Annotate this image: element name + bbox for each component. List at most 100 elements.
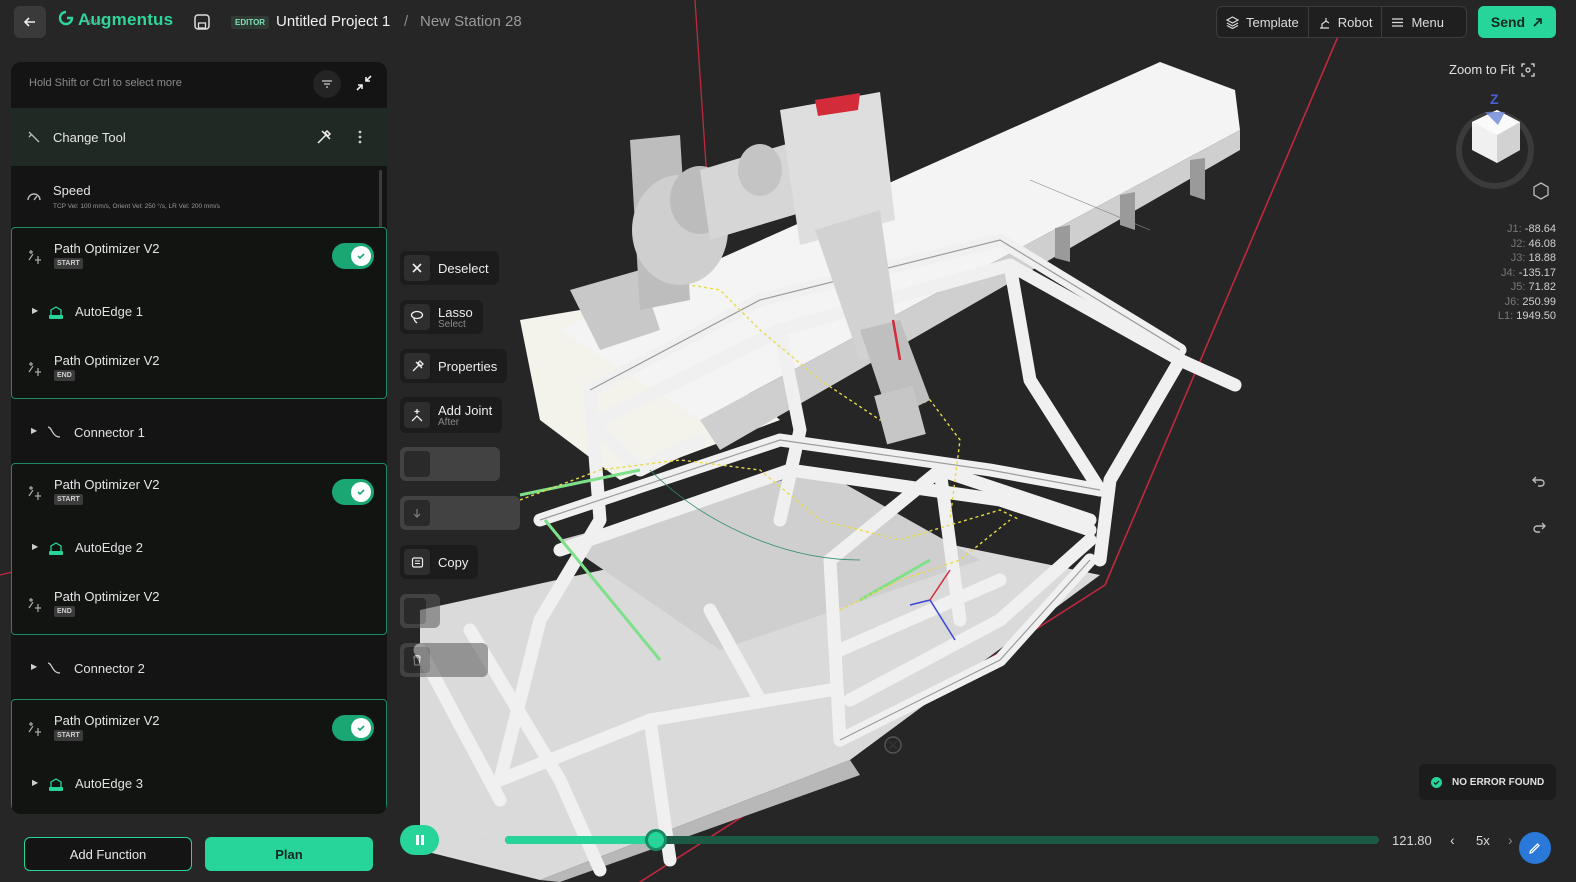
expand-caret-icon[interactable]: ▶ [32,542,38,551]
add-joint-button[interactable]: Add Joint After [400,397,503,433]
more-icon[interactable] [357,129,363,145]
autoedge-row-3[interactable]: ▶ AutoEdge 3 [12,756,387,812]
optimizer-icon [28,598,41,612]
template-button[interactable]: Template [1217,7,1309,37]
back-button[interactable] [14,6,46,38]
optimizer-toggle-2[interactable] [332,479,374,505]
iso-view-button[interactable] [1531,180,1551,202]
disabled-action-button-3[interactable] [400,594,440,628]
autoedge-row-1[interactable]: ▶ AutoEdge 1 [12,284,387,340]
selection-hint: Hold Shift or Ctrl to select more [29,77,182,89]
connector-label: Connector 2 [74,661,145,676]
panel-scrollbar[interactable] [379,170,382,228]
speed-increase-icon[interactable]: › [1508,832,1513,848]
menu-button[interactable]: Menu [1382,7,1453,37]
lasso-button[interactable]: Lasso Select [400,300,483,334]
robot-label: Robot [1337,14,1373,30]
hamburger-icon [1392,17,1404,27]
save-button[interactable] [193,13,211,36]
speed-row[interactable]: Speed TCP Vel: 100 mm/s, Orient Vel: 250… [11,168,387,226]
connector-row-2[interactable]: ▶ Connector 2 [11,638,387,698]
send-label: Send [1490,14,1526,30]
connector-label: Connector 1 [74,425,145,440]
filter-button[interactable] [313,70,341,98]
layers-icon [1226,15,1239,29]
playback-speed: 5x [1476,833,1490,848]
speedometer-icon [27,193,41,201]
add-joint-sublabel: After [438,416,460,428]
send-button[interactable]: Send [1478,6,1556,38]
version-label: v8.1.0 [86,20,103,26]
expand-caret-icon[interactable]: ▶ [31,426,37,435]
plan-button[interactable]: Plan [205,837,373,871]
joint-key: J3: [1510,252,1526,264]
redo-button[interactable] [1531,519,1547,540]
optimizer-badge: START [54,258,83,269]
optimizer-group-2: Path Optimizer V2 START ▶ AutoEdge 2 Pat… [11,463,387,635]
optimizer-start-row-2[interactable]: Path Optimizer V2 START [12,464,387,520]
add-function-button[interactable]: Add Function [24,837,192,871]
optimizer-toggle-1[interactable] [332,243,374,269]
optimizer-title: Path Optimizer V2 [54,713,160,728]
optimizer-badge: START [54,494,83,505]
optimizer-start-row-3[interactable]: Path Optimizer V2 START [12,700,387,756]
autoedge-row-2[interactable]: ▶ AutoEdge 2 [12,520,387,576]
lasso-label: Lasso [438,304,473,320]
optimizer-start-row-1[interactable]: Path Optimizer V2 START [12,228,387,284]
joint-row: J6: 250.99 [1480,295,1556,310]
joint-row: J4: -135.17 [1480,266,1556,281]
joint-readout: J1: -88.64 J2: 46.08 J3: 18.88 J4: -135.… [1480,222,1556,324]
optimizer-title: Path Optimizer V2 [54,353,160,368]
project-name[interactable]: Untitled Project 1 [276,13,390,30]
breadcrumb-separator: / [404,13,409,30]
assistant-button[interactable] [1519,832,1551,864]
optimizer-toggle-3[interactable] [332,715,374,741]
optimizer-icon [28,722,41,736]
joint-value: 250.99 [1522,295,1556,308]
timeline-slider[interactable] [505,829,1379,851]
action-icon [404,598,426,624]
deselect-button[interactable]: Deselect [400,251,499,285]
joint-row: J2: 46.08 [1480,237,1556,252]
arrow-left-icon [23,17,35,27]
properties-button[interactable]: Properties [400,349,508,383]
total-time: 121.80 [1392,833,1432,848]
change-tool-row[interactable]: Change Tool [11,108,387,166]
disabled-delete-button[interactable] [400,643,488,677]
disabled-action-button-2[interactable] [400,496,520,530]
brand-logo[interactable]: Augmentus [58,10,173,30]
change-tool-title: Change Tool [53,130,126,145]
tools-icon [404,353,430,379]
copy-button[interactable]: Copy [400,545,479,579]
optimizer-title: Path Optimizer V2 [54,589,160,604]
deselect-label: Deselect [438,260,489,276]
arrow-up-right-icon [1533,17,1542,27]
pause-button[interactable] [400,825,439,855]
joint-key: L1: [1497,310,1514,322]
undo-button[interactable] [1531,473,1547,494]
connector-icon [47,426,61,438]
zoom-to-fit-button[interactable]: Zoom to Fit [1449,62,1535,77]
expand-caret-icon[interactable]: ▶ [32,778,38,787]
add-joint-icon [404,402,430,428]
check-icon [357,253,365,260]
optimizer-title: Path Optimizer V2 [54,241,160,256]
view-cube[interactable] [1455,90,1535,185]
expand-caret-icon[interactable]: ▶ [32,306,38,315]
optimizer-group-1: Path Optimizer V2 START ▶ AutoEdge 1 Pat… [11,227,387,399]
optimizer-end-row-2[interactable]: Path Optimizer V2 END [12,576,387,634]
joint-key: J4: [1500,266,1516,279]
expand-caret-icon[interactable]: ▶ [31,662,37,671]
optimizer-end-row-1[interactable]: Path Optimizer V2 END [12,340,387,398]
joint-value: -135.17 [1518,266,1556,279]
joint-value: 71.82 [1528,281,1556,293]
tools-icon[interactable] [316,129,332,145]
connector-row-1[interactable]: ▶ Connector 1 [11,402,387,462]
joint-row: L1: 1949.50 [1480,309,1556,324]
disabled-action-button-1[interactable] [400,447,500,481]
speed-decrease-icon[interactable]: ‹ [1450,832,1455,848]
station-name[interactable]: New Station 28 [420,13,522,30]
robot-button[interactable]: Robot [1309,7,1383,37]
collapse-button[interactable] [355,74,373,97]
lasso-text: Lasso Select [438,305,473,330]
